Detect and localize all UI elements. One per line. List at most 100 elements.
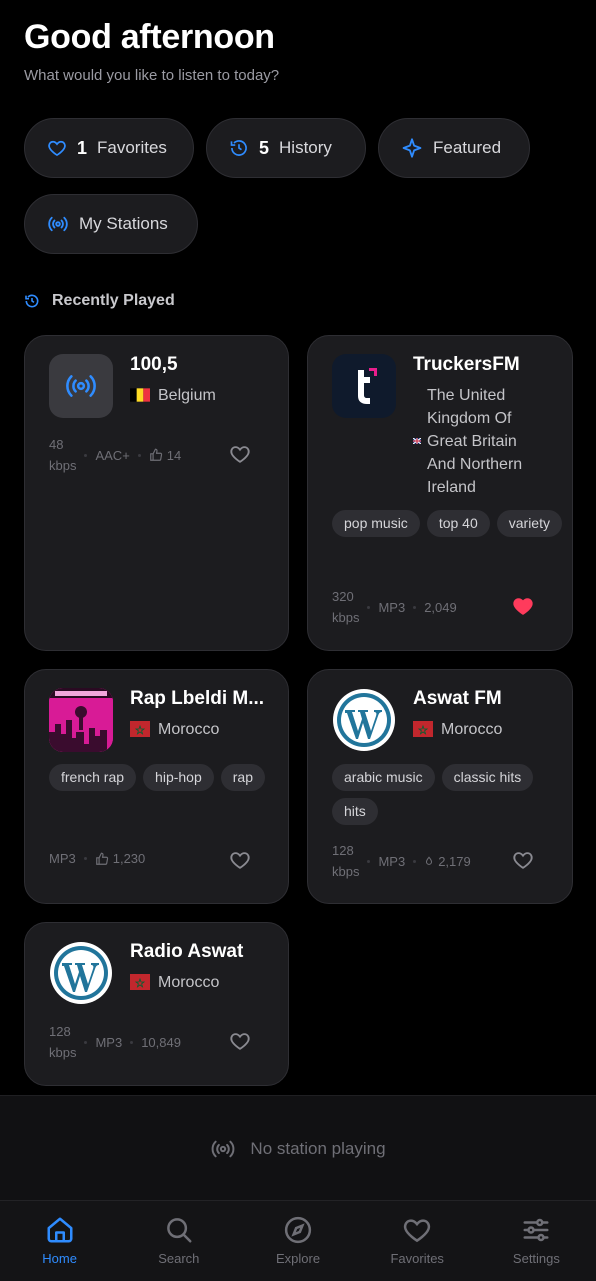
station-meta: MP3 1,230: [49, 851, 145, 866]
station-country: Morocco: [130, 718, 219, 741]
favorite-toggle-icon[interactable]: [512, 595, 534, 617]
nav-settings[interactable]: Settings: [477, 1201, 596, 1281]
nav-favorites-label: Favorites: [390, 1251, 444, 1266]
radio-waves-icon: [48, 216, 68, 232]
favorite-toggle-icon[interactable]: [512, 849, 534, 871]
station-card[interactable]: Rap Lbeldi M... Morocco french rap hip-h…: [24, 669, 289, 904]
station-bitrate: 128 kbps: [332, 843, 360, 879]
wordpress-logo: [332, 688, 396, 752]
wordpress-logo: [49, 941, 113, 1005]
station-tags: arabic music classic hits hits: [332, 764, 562, 825]
station-codec: MP3: [378, 599, 406, 615]
featured-chip[interactable]: Featured: [378, 118, 530, 178]
player-status: No station playing: [250, 1138, 386, 1158]
station-country-label: Belgium: [158, 387, 216, 404]
nav-settings-label: Settings: [512, 1251, 560, 1266]
featured-label: Featured: [433, 138, 502, 157]
station-meta: 128 kbps MP3 2,179: [332, 840, 471, 882]
history-icon: [25, 294, 39, 308]
greeting-title: Good afternoon: [24, 18, 275, 56]
history-chip[interactable]: 5 History: [206, 118, 366, 178]
nav-home-label: Home: [42, 1251, 77, 1266]
favorite-toggle-icon[interactable]: [229, 443, 251, 465]
station-country-label: Morocco: [441, 721, 503, 738]
radio-waves-icon: [212, 1140, 235, 1157]
listener-icon: [426, 856, 433, 865]
station-votes: 2,179: [438, 853, 471, 869]
morocco-flag-icon: [130, 974, 150, 990]
tag[interactable]: classic hits: [441, 764, 534, 791]
greeting-subtitle: What would you like to listen to today?: [24, 67, 280, 84]
station-codec: MP3: [378, 853, 406, 869]
my-stations-chip[interactable]: My Stations: [24, 194, 198, 254]
station-name: Rap Lbeldi M...: [130, 688, 265, 709]
nav-search-label: Search: [158, 1251, 200, 1266]
favorites-count: 1: [77, 137, 88, 158]
station-name: Aswat FM: [413, 688, 502, 709]
station-name: TruckersFM: [413, 354, 520, 375]
nav-search[interactable]: Search: [119, 1201, 238, 1281]
station-tags: pop music top 40 variety: [332, 510, 562, 537]
favorite-toggle-icon[interactable]: [229, 1030, 251, 1052]
heart-icon: [48, 140, 66, 157]
heart-icon: [404, 1219, 431, 1243]
thumbs-up-icon: [95, 852, 108, 865]
tag[interactable]: top 40: [426, 510, 490, 537]
station-codec: MP3: [49, 851, 76, 866]
station-codec: MP3: [95, 1034, 123, 1050]
station-meta: 128 kbps MP3 10,849: [49, 1021, 181, 1063]
station-bitrate: 320 kbps: [332, 589, 360, 625]
tag[interactable]: rap: [220, 764, 265, 791]
radio-waves-icon: [49, 354, 113, 418]
station-meta: 48 kbps AAC+ 14: [49, 434, 181, 476]
sparkle-icon: [402, 138, 422, 158]
tag[interactable]: pop music: [332, 510, 420, 537]
station-votes: 14: [166, 447, 182, 463]
station-bitrate: 128 kbps: [49, 1024, 77, 1060]
mini-player[interactable]: No station playing: [0, 1095, 596, 1201]
nav-favorites[interactable]: Favorites: [358, 1201, 477, 1281]
favorite-toggle-icon[interactable]: [229, 849, 251, 871]
truckersfm-logo: [332, 354, 396, 418]
favorites-chip[interactable]: 1 Favorites: [24, 118, 194, 178]
station-card[interactable]: TruckersFM The United Kingdom Of Great B…: [307, 335, 573, 651]
station-card[interactable]: Radio Aswat Morocco 128 kbps MP3 10,849: [24, 922, 289, 1086]
tag[interactable]: hits: [332, 798, 378, 825]
station-card[interactable]: Aswat FM Morocco arabic music classic hi…: [307, 669, 573, 904]
station-votes: 1,230: [112, 851, 146, 866]
station-country-label: Morocco: [158, 721, 220, 738]
morocco-flag-icon: [413, 721, 433, 737]
my-stations-label: My Stations: [79, 214, 168, 233]
uk-flag-icon: [413, 438, 421, 444]
tag[interactable]: arabic music: [332, 764, 435, 791]
recently-played-title: Recently Played: [52, 292, 175, 309]
favorites-label: Favorites: [97, 138, 167, 157]
station-country-label: Morocco: [158, 974, 220, 991]
nav-explore-label: Explore: [275, 1251, 321, 1266]
station-country: Morocco: [413, 718, 502, 741]
station-votes: 2,049: [424, 599, 457, 615]
search-icon: [166, 1218, 192, 1243]
station-name: Radio Aswat: [130, 941, 244, 962]
nav-explore[interactable]: Explore: [238, 1201, 357, 1281]
station-country: Belgium: [130, 384, 216, 407]
station-country-label: The United Kingdom Of Great Britain And …: [427, 387, 523, 496]
recently-played-header: Recently Played: [24, 292, 175, 310]
home-icon: [47, 1217, 73, 1243]
history-count: 5: [259, 137, 270, 158]
station-name: 100,5: [130, 354, 178, 375]
station-country: Morocco: [130, 971, 219, 994]
nav-home[interactable]: Home: [0, 1201, 119, 1281]
history-label: History: [279, 138, 332, 157]
station-card[interactable]: 100,5 Belgium 48 kbps AAC+ 14: [24, 335, 289, 651]
station-bitrate: 48 kbps: [49, 437, 77, 473]
bottom-navigation: Home Search Explore Favorites Settings: [0, 1200, 596, 1281]
history-icon: [230, 140, 247, 156]
compass-icon: [284, 1216, 312, 1244]
tag[interactable]: hip-hop: [143, 764, 214, 791]
tag[interactable]: variety: [496, 510, 562, 537]
station-meta: 320 kbps MP3 2,049: [332, 586, 457, 628]
sliders-icon: [523, 1218, 549, 1242]
morocco-flag-icon: [130, 721, 150, 737]
tag[interactable]: french rap: [49, 764, 137, 791]
